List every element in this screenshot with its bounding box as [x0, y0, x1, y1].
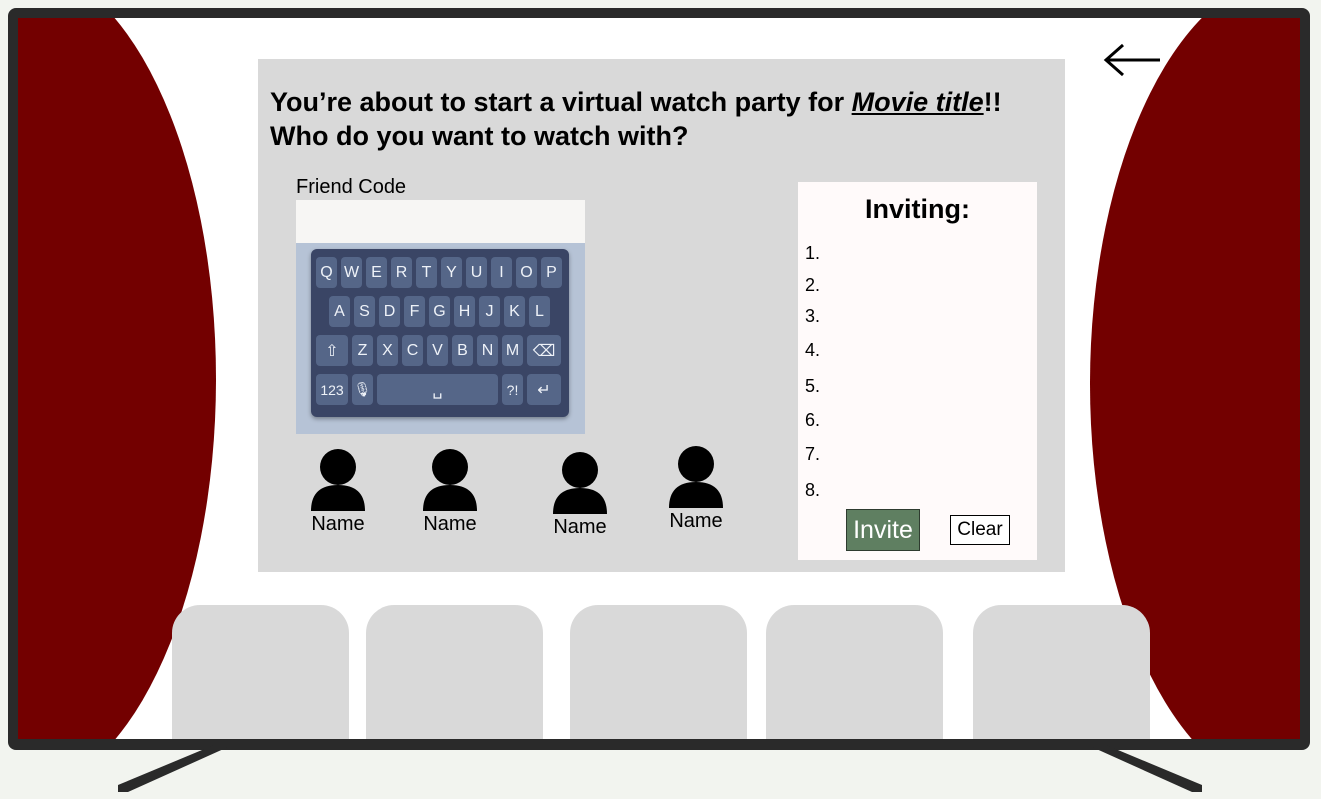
backspace-key[interactable]: ⌫	[527, 335, 561, 366]
invite-slot: 3.	[805, 306, 821, 326]
invite-slot: 7.	[805, 444, 821, 464]
key-x[interactable]: X	[377, 335, 398, 366]
person-icon	[553, 452, 607, 514]
key-k[interactable]: K	[504, 296, 525, 327]
back-button[interactable]	[1103, 43, 1163, 77]
heading-prefix: You’re about to start a virtual watch pa…	[270, 87, 852, 117]
key-m[interactable]: M	[502, 335, 523, 366]
watch-party-dialog: You’re about to start a virtual watch pa…	[258, 59, 1065, 572]
key-e[interactable]: E	[366, 257, 387, 288]
invite-slot: 6.	[805, 410, 821, 430]
theater-seat	[766, 605, 943, 739]
invite-button[interactable]: Invite	[846, 509, 920, 551]
friend-name: Name	[669, 510, 723, 532]
numbers-key[interactable]: 123	[316, 374, 348, 405]
inviting-title: Inviting:	[865, 194, 970, 224]
key-v[interactable]: V	[427, 335, 448, 366]
arrow-left-icon	[1103, 43, 1160, 77]
on-screen-keyboard: Q W E R T Y U I O P A S D F G H J K L ⇧ …	[296, 243, 585, 434]
theater-seat	[973, 605, 1150, 739]
mic-key[interactable]: 🎙	[352, 374, 373, 405]
friend-code-input[interactable]	[296, 200, 585, 243]
person-icon	[669, 446, 723, 508]
shift-key[interactable]: ⇧	[316, 335, 348, 366]
enter-key[interactable]: ↵	[527, 374, 561, 405]
key-j[interactable]: J	[479, 296, 500, 327]
key-s[interactable]: S	[354, 296, 375, 327]
key-i[interactable]: I	[491, 257, 512, 288]
key-y[interactable]: Y	[441, 257, 462, 288]
key-c[interactable]: C	[402, 335, 423, 366]
key-a[interactable]: A	[329, 296, 350, 327]
movie-title-link[interactable]: Movie title	[852, 87, 984, 117]
key-l[interactable]: L	[529, 296, 550, 327]
key-q[interactable]: Q	[316, 257, 337, 288]
key-h[interactable]: H	[454, 296, 475, 327]
friend-item[interactable]: Name	[654, 446, 738, 533]
invite-slot: 2.	[805, 275, 821, 295]
friend-item[interactable]: Name	[538, 452, 622, 539]
friend-name: Name	[553, 516, 607, 538]
key-t[interactable]: T	[416, 257, 437, 288]
invite-slot: 1.	[805, 243, 821, 263]
friend-item[interactable]: Name	[408, 449, 492, 536]
person-icon	[311, 449, 365, 511]
person-icon	[423, 449, 477, 511]
key-o[interactable]: O	[516, 257, 537, 288]
key-r[interactable]: R	[391, 257, 412, 288]
clear-button[interactable]: Clear	[950, 515, 1010, 545]
tv-leg-right	[1092, 745, 1202, 792]
tv-frame: You’re about to start a virtual watch pa…	[8, 8, 1310, 750]
invite-slot: 8.	[805, 480, 821, 500]
key-w[interactable]: W	[341, 257, 362, 288]
key-b[interactable]: B	[452, 335, 473, 366]
heading-suffix: !!	[983, 87, 1002, 117]
theater-seat	[172, 605, 349, 739]
inviting-panel: Inviting: 1. 2. 3. 4. 5. 6. 7. 8. Invite…	[798, 182, 1037, 560]
friend-item[interactable]: Name	[296, 449, 380, 536]
friend-name: Name	[423, 513, 477, 535]
heading-line2: Who do you want to watch with?	[270, 121, 689, 151]
tv-screen: You’re about to start a virtual watch pa…	[18, 18, 1300, 739]
key-g[interactable]: G	[429, 296, 450, 327]
invite-slot: 5.	[805, 376, 821, 396]
friend-code-label: Friend Code	[296, 176, 407, 198]
keyboard-panel: Q W E R T Y U I O P A S D F G H J K L ⇧ …	[311, 249, 569, 417]
key-f[interactable]: F	[404, 296, 425, 327]
page-title: You’re about to start a virtual watch pa…	[270, 85, 1002, 153]
friend-name: Name	[311, 513, 365, 535]
tv-leg-left	[118, 745, 228, 792]
key-p[interactable]: P	[541, 257, 562, 288]
key-z[interactable]: Z	[352, 335, 373, 366]
space-key[interactable]: ␣	[377, 374, 498, 405]
key-u[interactable]: U	[466, 257, 487, 288]
invite-slot: 4.	[805, 340, 821, 360]
key-n[interactable]: N	[477, 335, 498, 366]
key-d[interactable]: D	[379, 296, 400, 327]
punctuation-key[interactable]: ?!	[502, 374, 523, 405]
theater-seat	[570, 605, 747, 739]
theater-seat	[366, 605, 543, 739]
